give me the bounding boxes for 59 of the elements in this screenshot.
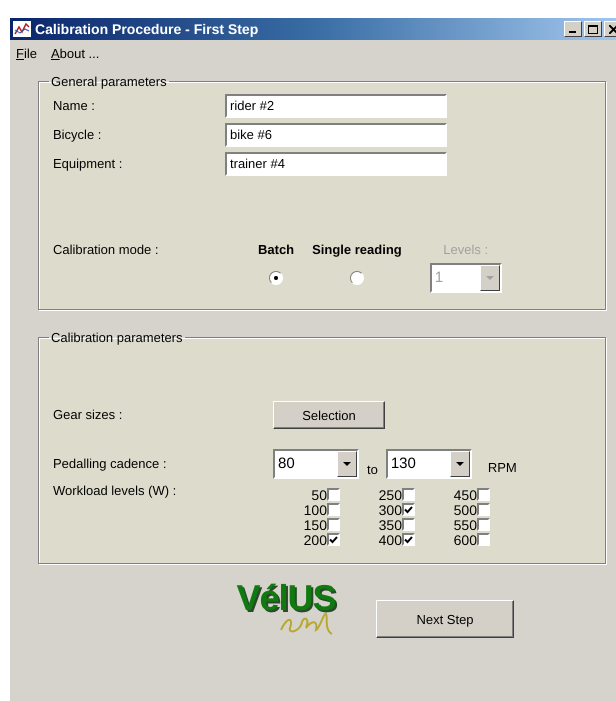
checkbox-label: 50 [310,488,327,502]
radio-button[interactable] [269,271,284,285]
next-step-button[interactable]: Next Step [376,600,514,638]
field-label: Equipment : [53,156,124,171]
group-title: Calibration parameters [50,330,184,345]
unit-label: RPM [488,460,517,474]
caret-icon [456,462,464,466]
checkbox[interactable] [477,518,490,531]
checkbox[interactable] [477,503,490,516]
checkbox-label: 450 [452,488,477,502]
radio-label: Single reading [312,242,402,257]
text-field[interactable]: bike #6 [225,122,447,146]
text-field[interactable]: trainer #4 [225,152,447,176]
radio-label: Batch [258,242,294,257]
field-label: Levels : [443,242,488,257]
checkbox[interactable] [402,533,415,546]
field-label: Calibration mode : [53,242,160,259]
caret-icon [486,276,494,280]
checkbox-label: 500 [452,502,477,516]
checkbox-label: 150 [302,518,327,532]
field-label: Pedalling cadence : [53,455,168,473]
caret-icon [343,462,351,466]
field-label: Bicycle : [53,127,102,142]
radio-button[interactable] [350,271,364,285]
checkbox[interactable] [477,488,490,501]
checkbox[interactable] [402,518,415,531]
logo-text: VélUS [236,578,336,618]
field-label: Name : [53,98,96,113]
checkbox-label: 600 [452,532,477,546]
field-label: Workload levels (W) : [53,482,178,500]
field-label: Gear sizes : [53,406,124,424]
chart-icon [13,21,31,37]
close-icon [608,24,616,34]
text-field[interactable]: rider #2 [225,94,447,118]
group-title: General parameters [50,74,168,89]
maximize-button[interactable] [584,21,602,37]
checkbox[interactable] [327,518,340,531]
checkbox-label: 400 [378,532,402,546]
selection-button[interactable]: Selection [273,401,385,429]
maximize-icon [588,24,598,34]
cadence-dropdown[interactable]: 80 [273,449,359,479]
checkbox-label: 350 [378,518,402,532]
checkbox-label: 250 [378,488,402,502]
checkbox[interactable] [402,488,415,501]
window-title: Calibration Procedure - First Step [35,21,260,37]
checkbox[interactable] [402,503,415,516]
to-label: to [367,462,378,476]
checkbox[interactable] [327,488,340,501]
menu-item[interactable]: File [16,46,37,66]
checkbox[interactable] [327,503,340,516]
checkbox-label: 200 [302,532,327,546]
checkbox[interactable] [477,533,490,546]
menu-item[interactable]: About ... [50,46,100,66]
checkbox-label: 550 [452,518,477,532]
checkbox-label: 100 [302,502,327,516]
checkbox[interactable] [327,533,340,546]
cadence-dropdown[interactable]: 130 [386,449,472,479]
checkbox-label: 300 [378,502,402,516]
minimize-button[interactable] [564,21,582,37]
